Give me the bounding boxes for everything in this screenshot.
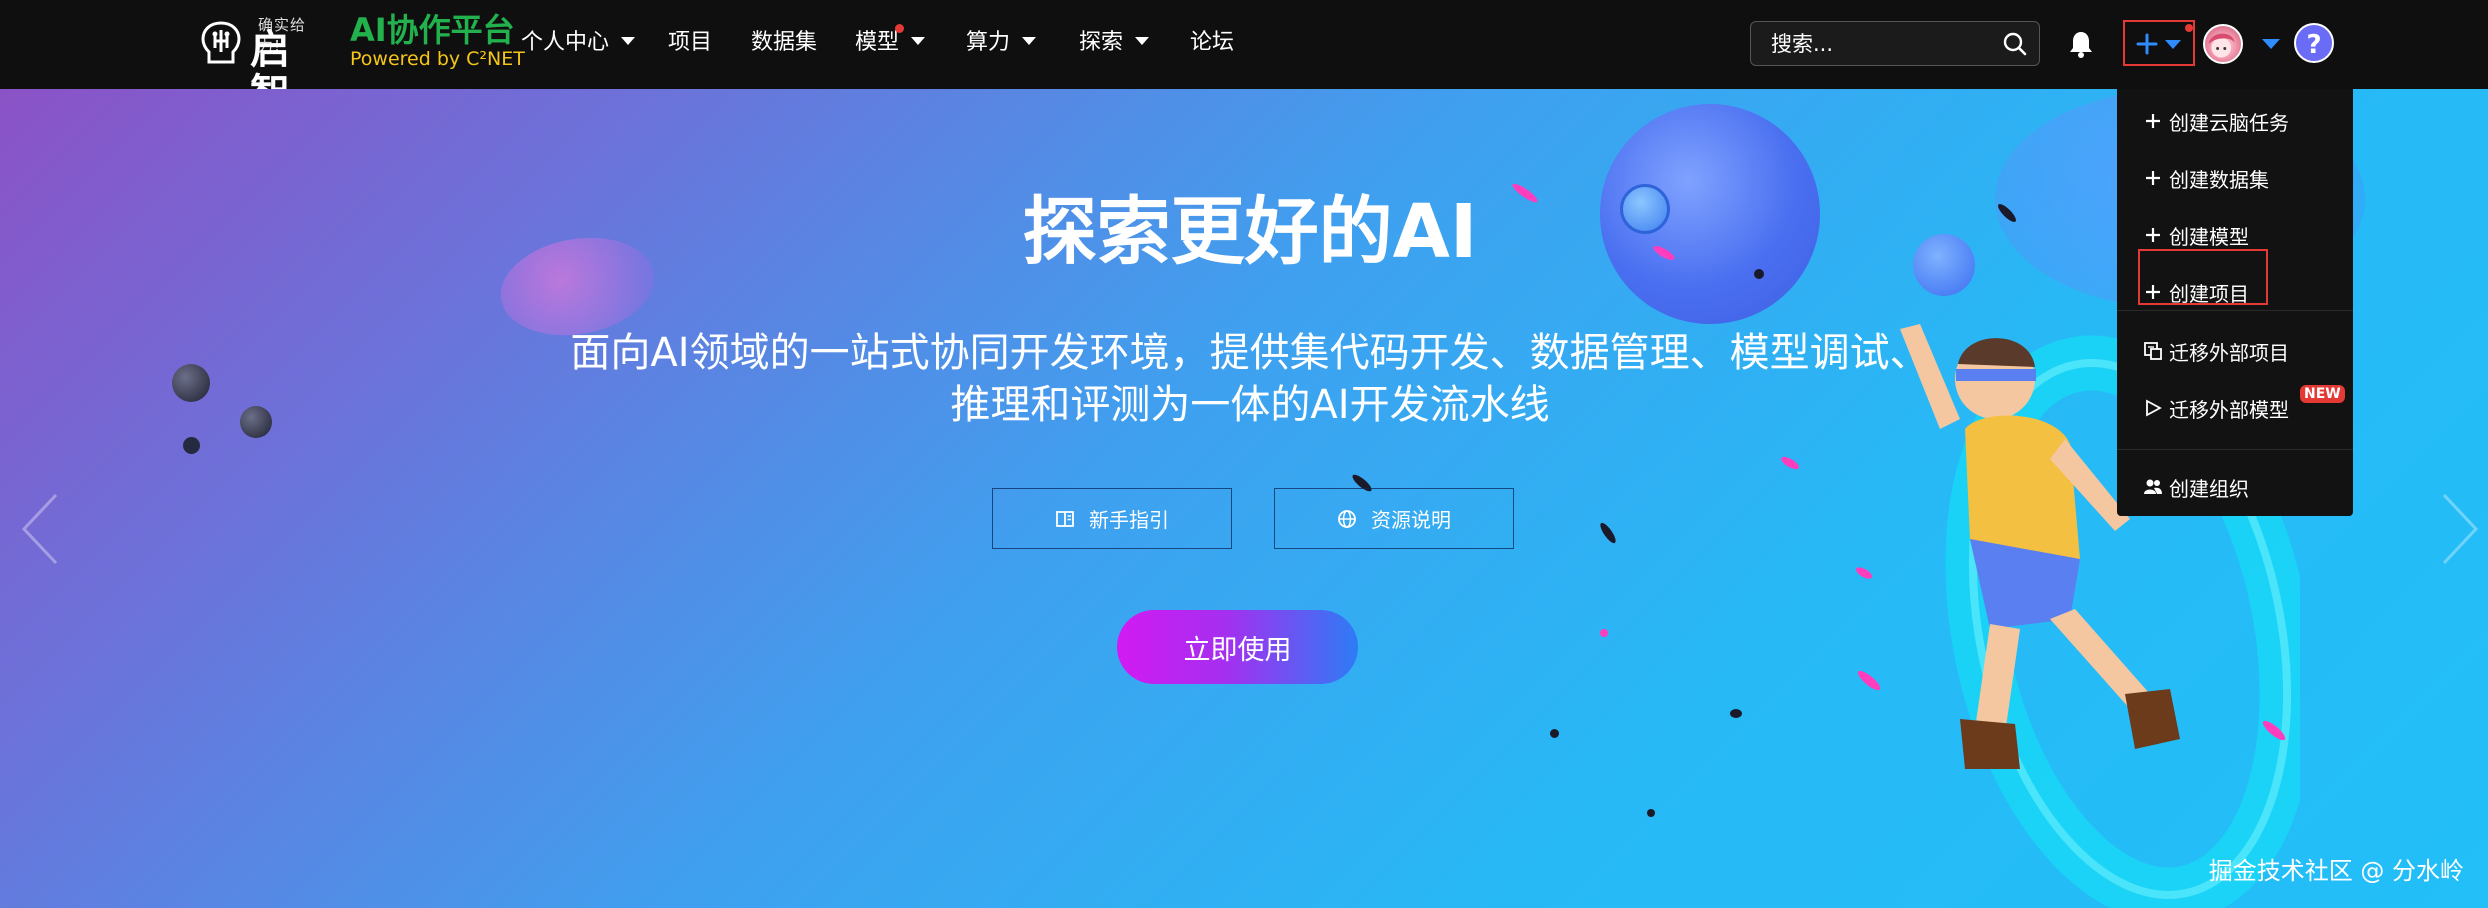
nav-explore-label: 探索 [1079, 30, 1124, 55]
carousel-next-arrow-icon[interactable] [2440, 489, 2480, 569]
chevron-down-icon [621, 37, 636, 45]
avatar-face-icon [2208, 33, 2235, 58]
menu-divider [2117, 310, 2353, 311]
new-dot-indicator [895, 24, 904, 33]
nav-compute[interactable]: 算力 [966, 26, 1037, 60]
plus-icon [2146, 171, 2160, 185]
users-icon [2144, 479, 2162, 494]
confetti [1855, 668, 1883, 693]
use-now-label: 立即使用 [1183, 634, 1292, 666]
menu-item-migrate-external-project[interactable]: 迁移外部项目 [2143, 331, 2289, 371]
menu-divider [2117, 449, 2353, 450]
decorative-dot [240, 406, 272, 438]
avatar[interactable] [2203, 24, 2243, 64]
book-icon [1056, 510, 1074, 527]
new-dot-indicator [2185, 24, 2193, 32]
brand[interactable]: AI协作平台 Powered by C²NET [350, 12, 525, 70]
confetti [1730, 709, 1742, 718]
carousel-prev-arrow-icon[interactable] [20, 489, 60, 569]
hero-title: 探索更好的AI [1022, 189, 1478, 275]
nav-projects[interactable]: 项目 [668, 26, 712, 60]
create-menu-button[interactable] [2123, 20, 2195, 66]
confetti [1550, 729, 1559, 738]
beginner-guide-button[interactable]: 新手指引 [992, 488, 1232, 549]
plus-icon [2146, 114, 2160, 128]
logo-text: 确实给力! 启智 [250, 14, 326, 116]
menu-item-label: 迁移外部项目 [2169, 340, 2289, 365]
brand-subtitle: Powered by C²NET [350, 48, 525, 70]
beginner-guide-label: 新手指引 [1089, 508, 1169, 532]
confetti [1779, 454, 1801, 472]
plus-icon [2146, 228, 2160, 242]
nav-datasets-label: 数据集 [751, 30, 818, 55]
nav-models[interactable]: 模型 [855, 24, 926, 60]
nav-models-label: 模型 [855, 30, 900, 55]
watermark: 掘金技术社区 @ 分水岭 [2208, 857, 2464, 885]
nav-compute-label: 算力 [966, 30, 1011, 55]
search-box [1750, 21, 2040, 66]
menu-item-label: 迁移外部模型 [2169, 397, 2289, 422]
chevron-down-icon [1022, 37, 1037, 45]
nav-explore[interactable]: 探索 [1079, 26, 1150, 60]
resource-info-button[interactable]: 资源说明 [1274, 488, 1514, 549]
highlight-box-create-project [2138, 249, 2268, 305]
notification-bell-icon[interactable] [2068, 30, 2094, 58]
menu-item-label: 创建模型 [2169, 224, 2249, 249]
search-icon[interactable] [2003, 32, 2027, 56]
menu-item-label: 创建云脑任务 [2169, 110, 2289, 135]
menu-item-migrate-external-model[interactable]: 迁移外部模型 [2143, 388, 2289, 428]
chevron-down-icon [911, 37, 926, 45]
chevron-down-icon [1135, 37, 1150, 45]
user-menu-chevron-icon[interactable] [2262, 39, 2280, 49]
help-icon[interactable]: ? [2294, 23, 2334, 63]
confetti [1597, 520, 1619, 546]
menu-item-create-organization[interactable]: 创建组织 [2143, 467, 2249, 507]
confetti [1854, 565, 1874, 581]
menu-item-create-cloud-task[interactable]: 创建云脑任务 [2143, 101, 2289, 141]
confetti [1647, 809, 1655, 817]
search-input[interactable] [1771, 22, 1991, 65]
menu-item-label: 创建数据集 [2169, 167, 2269, 192]
nav-forum[interactable]: 论坛 [1190, 26, 1234, 60]
brain-logo-icon [201, 21, 241, 64]
resource-info-label: 资源说明 [1371, 508, 1451, 532]
use-now-button[interactable]: 立即使用 [1117, 610, 1358, 684]
migrate-icon [2144, 342, 2162, 360]
top-navigation-bar: 确实给力! 启智 AI协作平台 Powered by C²NET 个人中心 项目… [0, 0, 2488, 116]
play-icon [2146, 399, 2162, 417]
globe-icon [1338, 509, 1356, 528]
hero-subtitle: 面向AI领域的一站式协同开发环境，提供集代码开发、数据管理、模型调试、推理和评测… [570, 330, 1930, 428]
confetti [1600, 629, 1608, 637]
nav-projects-label: 项目 [668, 30, 713, 55]
nav-forum-label: 论坛 [1190, 30, 1235, 55]
new-badge: NEW [2300, 385, 2345, 403]
brand-title: AI协作平台 [350, 11, 515, 49]
hero-banner: 探索更好的AI 面向AI领域的一站式协同开发环境，提供集代码开发、数据管理、模型… [0, 89, 2488, 908]
chevron-down-icon [2165, 40, 2181, 49]
menu-item-label: 创建组织 [2169, 476, 2249, 501]
logo[interactable]: 确实给力! 启智 [196, 14, 326, 116]
plus-icon [2136, 33, 2158, 55]
menu-item-create-dataset[interactable]: 创建数据集 [2143, 158, 2269, 198]
decorative-dot [172, 364, 210, 402]
nav-personal-center[interactable]: 个人中心 [521, 26, 636, 60]
nav-personal-center-label: 个人中心 [521, 30, 610, 55]
decorative-dot [183, 437, 200, 454]
nav-datasets[interactable]: 数据集 [751, 26, 817, 60]
